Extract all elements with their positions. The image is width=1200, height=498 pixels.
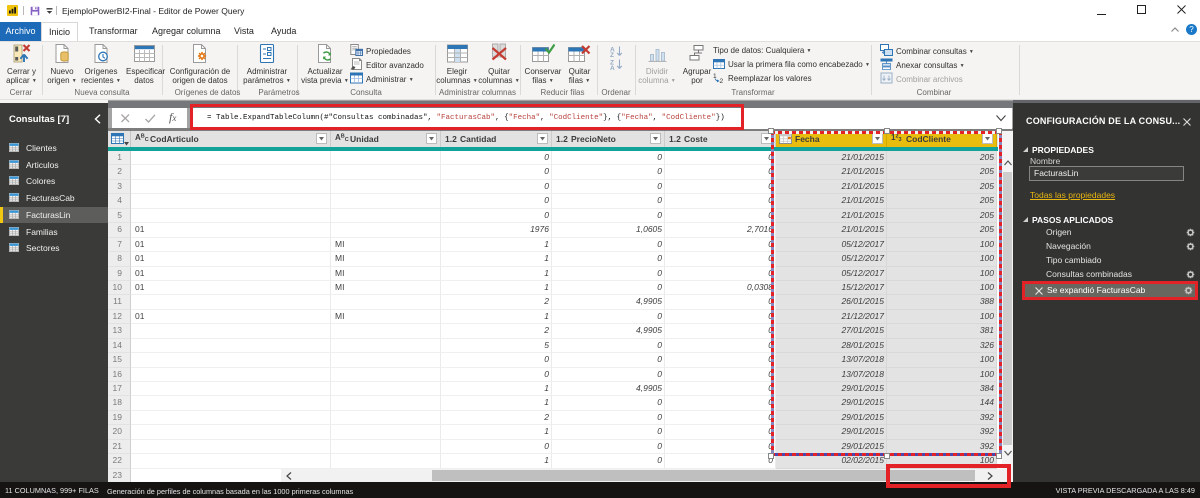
svg-text:A: A [610,65,615,71]
svg-text:Z: Z [610,52,614,59]
svg-text:2: 2 [720,78,724,83]
